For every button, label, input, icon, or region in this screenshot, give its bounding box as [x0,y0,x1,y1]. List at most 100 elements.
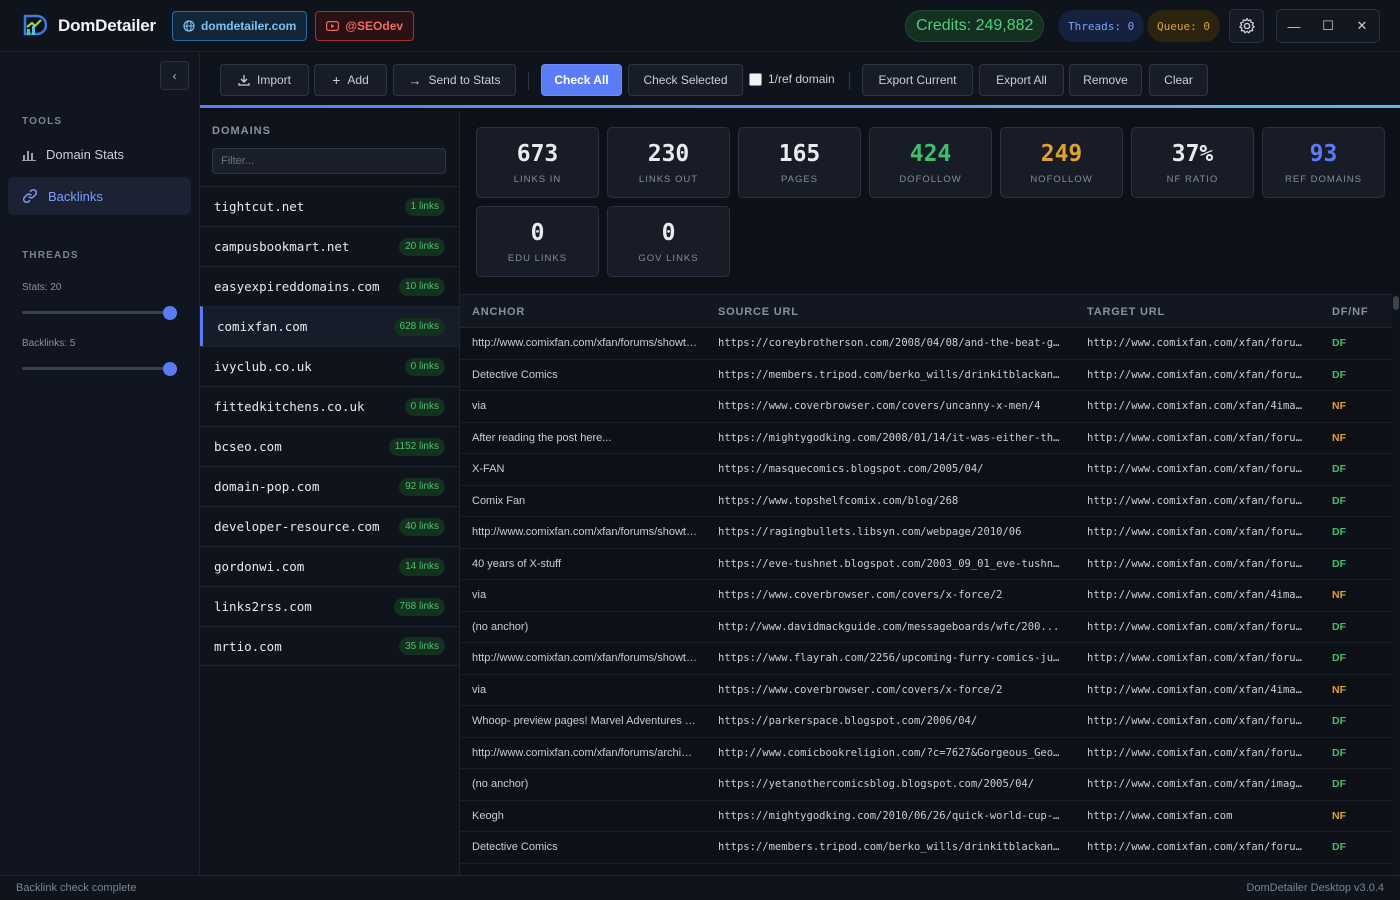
domain-list-item[interactable]: gordonwi.com 14 links [200,546,459,586]
sidebar-item-domain-stats[interactable]: Domain Stats [8,135,191,173]
check-all-button[interactable]: Check All [541,64,622,96]
domains-panel: DOMAINS tightcut.net 1 links campusbookmar… [200,111,460,875]
table-row[interactable]: (no anchor) http://www.davidmackguide.com… [460,612,1392,643]
slider-track [22,311,170,314]
ref-domain-option[interactable]: 1/ref domain [749,72,835,86]
arrow-right-icon: → [408,72,422,88]
collapse-sidebar-button[interactable]: ‹ [160,61,189,90]
stat-label: GOV LINKS [638,253,699,264]
table-row[interactable]: via https://www.coverbrowser.com/covers/x… [460,580,1392,612]
stat-card-pages: 165 PAGES [738,127,861,198]
domain-list-item[interactable]: fittedkitchens.co.uk 0 links [200,386,459,426]
anchor-cell: After reading the post here... [472,431,612,444]
stats-threads-label: Stats: 20 [22,282,62,293]
table-row[interactable]: Whoop- preview pages! Marvel Adventures … [460,706,1392,738]
globe-icon [183,19,195,32]
dfnf-cell: NF [1332,431,1346,444]
column-header-dfnf[interactable]: DF/NF [1332,306,1368,318]
minimize-button[interactable]: — [1277,10,1311,42]
youtube-link[interactable]: @SEOdev [315,10,415,41]
anchor-cell: 40 years of X-stuff [472,557,562,570]
table-row[interactable]: Detective Comics https://members.tripod.c… [460,832,1392,864]
source-url-cell: https://mightygodking.com/2010/06/26/qui… [718,809,1064,822]
target-url-cell: http://www.comixfan.com/xfan/forums/show… [1087,431,1305,444]
progress-bar [200,105,1400,108]
stat-label: NOFOLLOW [1030,174,1093,185]
dfnf-cell: DF [1332,557,1346,570]
source-url-cell: https://www.topshelfcomix.com/blog/268 [718,494,959,507]
export-all-button[interactable]: Export All [979,64,1064,96]
add-label: Add [347,73,369,87]
domain-list-item[interactable]: mrtio.com 35 links [200,626,459,666]
check-selected-button[interactable]: Check Selected [628,64,743,96]
domain-list-item[interactable]: developer-resource.com 40 links [200,506,459,546]
domains-title: DOMAINS [212,125,271,137]
export-current-button[interactable]: Export Current [862,64,973,96]
table-row[interactable]: X-FAN https://masquecomics.blogspot.com/2… [460,454,1392,486]
table-row[interactable]: Detective Comics https://members.tripod.c… [460,360,1392,391]
slider-thumb[interactable] [163,306,177,320]
table-row[interactable]: http://www.comixfan.com/xfan/forums/show… [460,517,1392,549]
stat-value: 93 [1309,141,1338,167]
table-row[interactable]: 40 years of X-stuff https://eve-tushnet.b… [460,549,1392,580]
website-link[interactable]: domdetailer.com [171,10,308,41]
send-to-stats-button[interactable]: → Send to Stats [393,64,516,96]
table-row[interactable]: Keogh https://mightygodking.com/2010/06/2… [460,801,1392,832]
source-url-cell: https://www.coverbrowser.com/covers/x-fo… [718,589,1003,601]
domain-filter-input[interactable] [212,148,446,174]
domain-list-item[interactable]: ivyclub.co.uk 0 links [200,346,459,386]
dfnf-cell: NF [1332,809,1346,822]
anchor-cell: (no anchor) [472,778,529,790]
column-header-anchor[interactable]: ANCHOR [472,306,525,318]
scrollbar-thumb[interactable] [1393,296,1399,310]
domain-list-item[interactable]: links2rss.com 768 links [200,586,459,626]
source-url-cell: https://members.tripod.com/berko_wills/d… [718,368,1064,381]
add-button[interactable]: + Add [314,64,387,96]
domain-name: easyexpireddomains.com [214,279,380,294]
remove-button[interactable]: Remove [1069,64,1142,96]
table-row[interactable]: http://www.comixfan.com/xfan/forums/show… [460,643,1392,675]
source-url-cell: https://members.tripod.com/berko_wills/d… [718,841,1064,853]
domain-name: tightcut.net [214,199,305,214]
settings-button[interactable] [1229,9,1264,43]
dfnf-cell: DF [1332,526,1346,538]
domain-list-item[interactable]: domain-pop.com 92 links [200,466,459,506]
maximize-button[interactable]: ☐ [1311,10,1345,42]
domain-list-item[interactable]: bcseo.com 1152 links [200,426,459,466]
domain-name: developer-resource.com [214,519,380,534]
table-row[interactable]: http://www.comixfan.com/xfan/forums/arch… [460,738,1392,769]
backlinks-threads-slider[interactable] [22,362,177,376]
column-header-target-url[interactable]: TARGET URL [1087,306,1165,318]
close-button[interactable]: ✕ [1345,10,1379,42]
anchor-cell: Comix Fan [472,494,526,507]
column-header-source-url[interactable]: SOURCE URL [718,306,799,318]
table-row[interactable]: via https://www.coverbrowser.com/covers/x… [460,675,1392,706]
stats-threads-slider[interactable] [22,306,177,320]
table-scrollbar[interactable] [1392,294,1400,875]
table-row[interactable]: (no anchor) https://yetanothercomicsblog.… [460,769,1392,801]
ref-domain-checkbox[interactable] [749,72,762,86]
links-count-badge: 0 links [404,397,445,416]
table-row[interactable]: via https://www.coverbrowser.com/covers/u… [460,391,1392,423]
import-button[interactable]: Import [220,64,309,96]
domain-list-item[interactable]: easyexpireddomains.com 10 links [200,266,459,306]
target-url-cell: http://www.comixfan.com/xfan/4images/det… [1087,589,1305,601]
domain-name: campusbookmart.net [214,239,350,254]
source-url-cell: https://yetanothercomicsblog.blogspot.co… [718,778,1035,790]
threads-section-label: THREADS [22,250,79,261]
clear-button[interactable]: Clear [1149,64,1208,96]
dfnf-cell: NF [1332,400,1346,412]
table-row[interactable]: After reading the post here... https://mi… [460,423,1392,454]
domain-list-item[interactable]: comixfan.com 628 links [200,306,459,346]
source-url-cell: https://www.coverbrowser.com/covers/x-fo… [718,683,1003,696]
sidebar-item-label: Domain Stats [46,146,125,162]
domain-list-item[interactable]: tightcut.net 1 links [200,186,459,226]
sidebar-item-backlinks[interactable]: Backlinks [8,177,191,215]
tools-section-label: TOOLS [22,116,63,127]
table-row[interactable]: Comix Fan https://www.topshelfcomix.com/b… [460,486,1392,517]
table-row[interactable]: http://www.comixfan.com/xfan/forums/show… [460,328,1392,360]
links-count-badge: 768 links [393,597,445,616]
slider-thumb[interactable] [163,362,177,376]
anchor-cell: via [472,683,487,696]
domain-list-item[interactable]: campusbookmart.net 20 links [200,226,459,266]
